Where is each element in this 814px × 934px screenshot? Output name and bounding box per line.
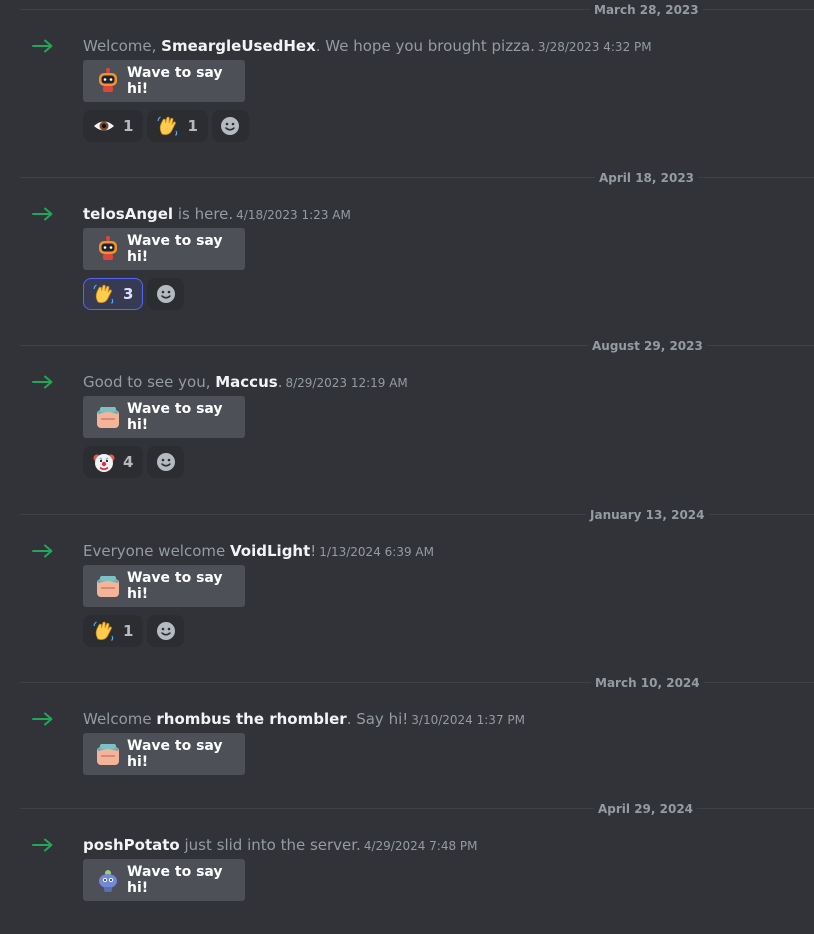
add-reaction-button[interactable] bbox=[147, 615, 185, 647]
date-divider-label: March 28, 2023 bbox=[590, 2, 703, 18]
reaction-count: 1 bbox=[123, 117, 134, 135]
reactions-bar: 3 bbox=[83, 278, 188, 310]
username[interactable]: SmeargleUsedHex bbox=[161, 37, 316, 55]
date-divider: August 29, 2023 bbox=[20, 338, 814, 354]
join-message-text: Welcome rhombus the rhombler. Say hi! 3/1… bbox=[83, 709, 525, 730]
join-message-text: telosAngel is here. 4/18/2023 1:23 AM bbox=[83, 204, 351, 225]
message-text: ! bbox=[310, 542, 317, 560]
date-divider: April 29, 2024 bbox=[20, 801, 814, 817]
join-arrow-icon bbox=[32, 206, 54, 221]
wave-button-label: Wave to say hi! bbox=[127, 65, 223, 97]
add-reaction-button[interactable] bbox=[211, 110, 249, 142]
reactions-bar: 1 bbox=[83, 615, 188, 647]
wave-to-say-hi-button[interactable]: Wave to say hi! bbox=[83, 228, 245, 270]
reaction-button[interactable]: 4 bbox=[83, 446, 144, 478]
reactions-bar: 11 bbox=[83, 110, 253, 142]
username[interactable]: poshPotato bbox=[83, 836, 180, 854]
hand-sticker-icon bbox=[95, 573, 127, 599]
hand-sticker-icon bbox=[95, 404, 127, 430]
join-arrow-icon bbox=[32, 38, 54, 53]
wave-button-label: Wave to say hi! bbox=[127, 233, 223, 265]
wave-to-say-hi-button[interactable]: Wave to say hi! bbox=[83, 396, 245, 438]
reaction-button[interactable]: 1 bbox=[147, 110, 208, 142]
reaction-button[interactable]: 3 bbox=[83, 278, 144, 310]
join-message-text: poshPotato just slid into the server. 4/2… bbox=[83, 835, 478, 856]
message-text: Everyone welcome bbox=[83, 542, 231, 560]
clown-face-icon bbox=[92, 450, 123, 474]
timestamp: 4/18/2023 1:23 AM bbox=[236, 208, 351, 222]
join-message-text: Everyone welcome VoidLight! 1/13/2024 6:3… bbox=[83, 541, 434, 562]
message-text: is here. bbox=[173, 205, 234, 223]
username[interactable]: VoidLight bbox=[230, 542, 310, 560]
add-reaction-button[interactable] bbox=[147, 278, 185, 310]
wave-button-label: Wave to say hi! bbox=[127, 401, 223, 433]
timestamp: 4/29/2024 7:48 PM bbox=[363, 839, 478, 853]
wave-button-label: Wave to say hi! bbox=[127, 864, 223, 896]
date-divider-label: August 29, 2023 bbox=[588, 338, 707, 354]
reactions-bar: 4 bbox=[83, 446, 188, 478]
eye-icon bbox=[92, 114, 123, 138]
timestamp: 8/29/2023 12:19 AM bbox=[285, 376, 408, 390]
hand-sticker-icon bbox=[95, 741, 127, 767]
message-text: Welcome bbox=[83, 710, 157, 728]
wave-to-say-hi-button[interactable]: Wave to say hi! bbox=[83, 733, 245, 775]
add-reaction-button[interactable] bbox=[147, 446, 185, 478]
robot-sticker-icon bbox=[95, 236, 127, 262]
reaction-button[interactable]: 1 bbox=[83, 110, 144, 142]
date-divider: January 13, 2024 bbox=[20, 507, 814, 523]
username[interactable]: Maccus bbox=[215, 373, 277, 391]
wave-button-label: Wave to say hi! bbox=[127, 570, 223, 602]
date-divider-label: April 18, 2023 bbox=[595, 170, 699, 186]
join-arrow-icon bbox=[32, 837, 54, 852]
wave-to-say-hi-button[interactable]: Wave to say hi! bbox=[83, 60, 245, 102]
date-divider: March 10, 2024 bbox=[20, 675, 814, 691]
join-message-text: Welcome, SmeargleUsedHex. We hope you br… bbox=[83, 36, 652, 57]
wumpus-sticker-icon bbox=[95, 867, 127, 893]
date-divider-label: April 29, 2024 bbox=[594, 801, 698, 817]
add-reaction-icon bbox=[219, 115, 241, 137]
message-text: Good to see you, bbox=[83, 373, 216, 391]
robot-sticker-icon bbox=[95, 68, 127, 94]
waving-hand-icon bbox=[156, 114, 187, 138]
waving-hand-icon bbox=[92, 619, 123, 643]
message-text: . bbox=[277, 373, 283, 391]
reaction-count: 4 bbox=[123, 453, 134, 471]
reaction-count: 1 bbox=[123, 622, 134, 640]
username[interactable]: rhombus the rhombler bbox=[156, 710, 346, 728]
reaction-count: 3 bbox=[123, 285, 134, 303]
waving-hand-icon bbox=[92, 282, 123, 306]
timestamp: 1/13/2024 6:39 AM bbox=[319, 545, 434, 559]
wave-button-label: Wave to say hi! bbox=[127, 738, 223, 770]
add-reaction-icon bbox=[155, 451, 177, 473]
join-message-text: Good to see you, Maccus. 8/29/2023 12:19 … bbox=[83, 372, 408, 393]
date-divider-label: January 13, 2024 bbox=[586, 507, 709, 523]
message-text: just slid into the server. bbox=[179, 836, 361, 854]
message-feed: March 28, 2023 Welcome, SmeargleUsedHex. … bbox=[0, 0, 814, 934]
date-divider: March 28, 2023 bbox=[20, 2, 814, 18]
reaction-count: 1 bbox=[187, 117, 198, 135]
join-arrow-icon bbox=[32, 543, 54, 558]
add-reaction-icon bbox=[155, 283, 177, 305]
date-divider-label: March 10, 2024 bbox=[591, 675, 704, 691]
message-text: . We hope you brought pizza. bbox=[315, 37, 535, 55]
add-reaction-icon bbox=[155, 620, 177, 642]
timestamp: 3/28/2023 4:32 PM bbox=[537, 40, 652, 54]
message-text: Welcome, bbox=[83, 37, 162, 55]
join-arrow-icon bbox=[32, 374, 54, 389]
reaction-button[interactable]: 1 bbox=[83, 615, 144, 647]
date-divider: April 18, 2023 bbox=[20, 170, 814, 186]
wave-to-say-hi-button[interactable]: Wave to say hi! bbox=[83, 859, 245, 901]
timestamp: 3/10/2024 1:37 PM bbox=[411, 713, 525, 727]
wave-to-say-hi-button[interactable]: Wave to say hi! bbox=[83, 565, 245, 607]
username[interactable]: telosAngel bbox=[83, 205, 173, 223]
join-arrow-icon bbox=[32, 711, 54, 726]
message-text: . Say hi! bbox=[346, 710, 409, 728]
